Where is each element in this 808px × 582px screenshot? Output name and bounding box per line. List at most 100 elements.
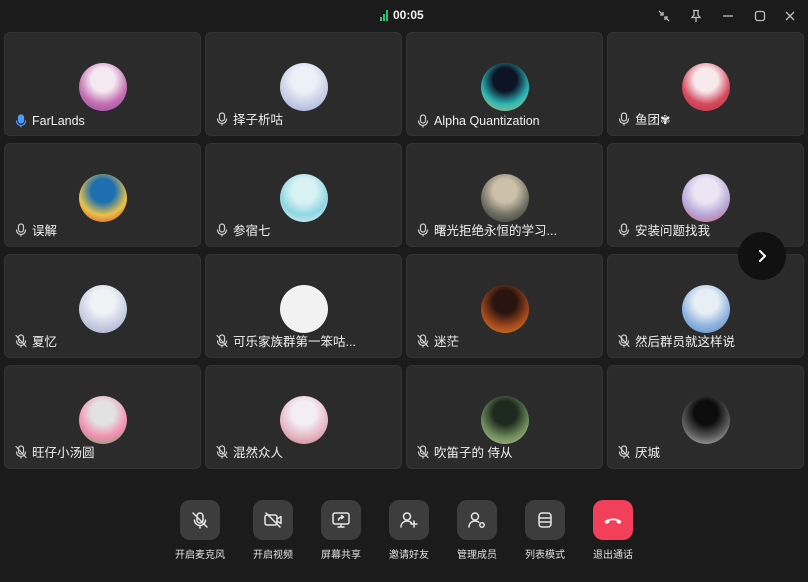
- avatar: [481, 285, 529, 333]
- chevron-right-icon: [759, 250, 766, 262]
- participant-tile[interactable]: 吹笛子的 侍从: [406, 365, 603, 469]
- avatar: [481, 174, 529, 222]
- participant-tile[interactable]: 旺仔小汤圆: [4, 365, 201, 469]
- avatar: [280, 396, 328, 444]
- mic-icon: [618, 222, 630, 237]
- participant-label: 参宿七: [216, 220, 271, 239]
- invite-friends-button[interactable]: 邀请好友: [375, 500, 443, 561]
- maximize-icon: [754, 10, 766, 22]
- mic-muted-icon: [216, 333, 228, 348]
- participant-label: 混然众人: [216, 442, 283, 461]
- participant-label: 择子析咕: [216, 109, 283, 128]
- participant-tile[interactable]: 曙光拒绝永恒的学习...: [406, 143, 603, 247]
- avatar: [682, 174, 730, 222]
- avatar: [481, 63, 529, 111]
- mic-icon: [15, 114, 27, 128]
- mic-muted-icon: [216, 444, 228, 459]
- call-timer: 00:05: [380, 6, 424, 24]
- mic-muted-icon: [417, 444, 429, 459]
- participant-tile[interactable]: 鱼团✾: [607, 32, 804, 136]
- manage-members-icon: [468, 512, 485, 528]
- hang-up-label: 退出通话: [593, 550, 633, 561]
- screen-share-icon: [332, 512, 350, 528]
- manage-members-button[interactable]: 管理成员: [443, 500, 511, 561]
- pin-button[interactable]: [686, 6, 706, 26]
- participant-name: Alpha Quantization: [434, 114, 540, 128]
- avatar: [280, 63, 328, 111]
- maximize-button[interactable]: [750, 6, 770, 26]
- participant-name: 然后群员就这样说: [635, 335, 736, 349]
- avatar: [79, 396, 127, 444]
- collapse-icon: [658, 10, 670, 22]
- participant-label: 旺仔小汤圆: [15, 442, 95, 461]
- call-toolbar: 开启麦克风 开启视频 屏幕共享 邀请好友 管理成员 列表模式 退出通话: [0, 490, 808, 570]
- participant-grid: FarLands 择子析咕 Alpha Quantization 鱼团✾ 误解 参宿七 曙光…: [4, 32, 804, 472]
- participant-label: 吹笛子的 侍从: [417, 442, 512, 461]
- participant-tile[interactable]: 夏忆: [4, 254, 201, 358]
- participant-name: 可乐家族群第一笨咕...: [233, 335, 356, 349]
- minimize-icon: [723, 15, 733, 17]
- avatar: [682, 63, 730, 111]
- participant-tile[interactable]: 误解: [4, 143, 201, 247]
- participant-tile[interactable]: 迷茫: [406, 254, 603, 358]
- participant-label: 迷茫: [417, 331, 459, 350]
- participant-name: 鱼团✾: [635, 113, 671, 127]
- participant-label: 安装问题找我: [618, 220, 710, 239]
- next-page-button[interactable]: [738, 232, 786, 280]
- mic-muted-icon: [15, 444, 27, 459]
- close-icon: [785, 11, 795, 21]
- avatar: [79, 63, 127, 111]
- participant-tile[interactable]: 择子析咕: [205, 32, 402, 136]
- close-button[interactable]: [780, 6, 800, 26]
- hang-up-button[interactable]: 退出通话: [579, 500, 647, 561]
- participant-label: 然后群员就这样说: [618, 331, 735, 350]
- avatar: [280, 285, 328, 333]
- avatar: [682, 396, 730, 444]
- invite-friends-label: 邀请好友: [389, 550, 429, 561]
- mic-muted-icon: [15, 333, 27, 348]
- mic-icon: [15, 222, 27, 237]
- participant-name: 曙光拒绝永恒的学习...: [434, 224, 557, 238]
- screen-share-button[interactable]: 屏幕共享: [307, 500, 375, 561]
- mic-muted-icon: [417, 333, 429, 348]
- participant-name: 择子析咕: [233, 113, 284, 127]
- participant-tile[interactable]: 混然众人: [205, 365, 402, 469]
- participant-label: 厌城: [618, 442, 660, 461]
- participant-name: 旺仔小汤圆: [32, 446, 95, 460]
- participant-label: 夏忆: [15, 331, 57, 350]
- avatar: [481, 396, 529, 444]
- mic-icon: [417, 222, 429, 237]
- list-mode-button[interactable]: 列表模式: [511, 500, 579, 561]
- list-mode-label: 列表模式: [525, 550, 565, 561]
- participant-tile[interactable]: Alpha Quantization: [406, 32, 603, 136]
- mic-icon: [216, 111, 228, 126]
- toggle-mic-button[interactable]: 开启麦克风: [166, 500, 234, 561]
- avatar: [79, 285, 127, 333]
- toggle-video-button[interactable]: 开启视频: [239, 500, 307, 561]
- participant-name: 参宿七: [233, 224, 271, 238]
- hang-up-icon: [604, 518, 622, 524]
- participant-name: FarLands: [32, 114, 85, 128]
- participant-tile[interactable]: 可乐家族群第一笨咕...: [205, 254, 402, 358]
- participant-name: 安装问题找我: [635, 224, 711, 238]
- minimize-button[interactable]: [718, 6, 738, 26]
- signal-strength-icon: [380, 9, 388, 21]
- video-off-icon: [264, 512, 282, 528]
- participant-tile[interactable]: FarLands: [4, 32, 201, 136]
- participant-tile[interactable]: 厌城: [607, 365, 804, 469]
- participant-tile[interactable]: 安装问题找我: [607, 143, 804, 247]
- mic-muted-icon: [618, 333, 630, 348]
- avatar: [682, 285, 730, 333]
- participant-tile[interactable]: 参宿七: [205, 143, 402, 247]
- list-mode-icon: [538, 512, 552, 528]
- collapse-button[interactable]: [654, 6, 674, 26]
- toggle-video-label: 开启视频: [253, 550, 293, 561]
- avatar: [79, 174, 127, 222]
- screen-share-label: 屏幕共享: [321, 550, 361, 561]
- invite-user-icon: [400, 512, 418, 528]
- mic-muted-icon: [618, 444, 630, 459]
- participant-label: Alpha Quantization: [417, 114, 540, 128]
- participant-label: FarLands: [15, 114, 85, 128]
- participant-label: 误解: [15, 220, 57, 239]
- participant-name: 厌城: [635, 446, 661, 460]
